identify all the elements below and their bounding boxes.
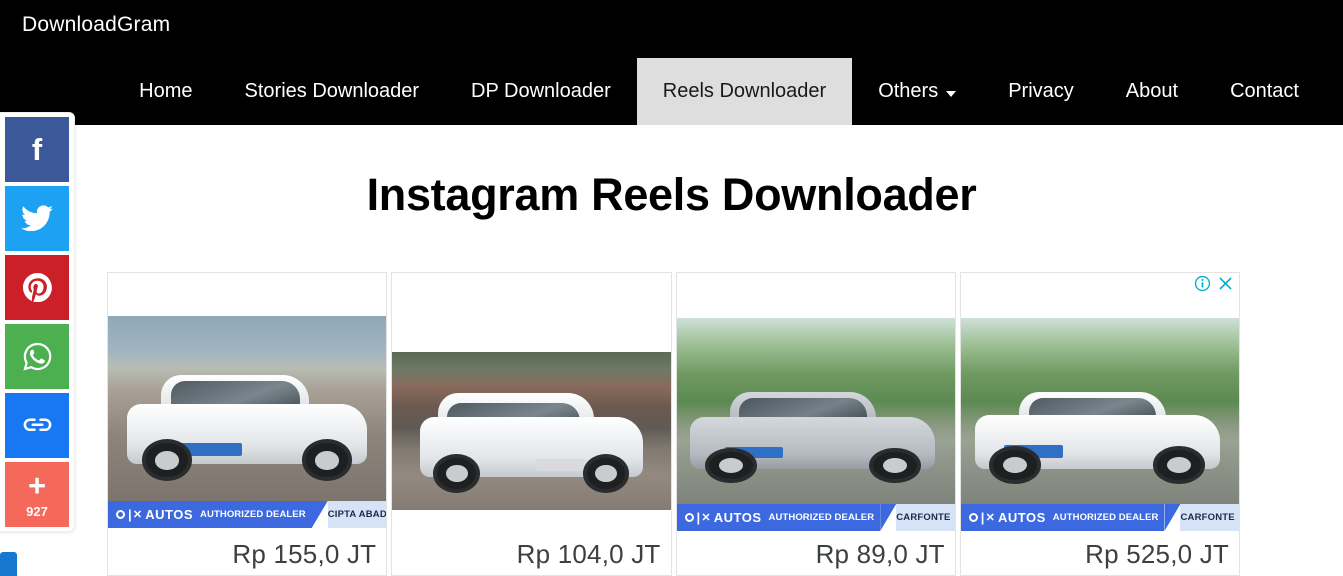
- whatsapp-icon: [22, 342, 51, 371]
- advertisement-strip: |✕ AUTOS AUTHORIZED DEALER CIPTA ABADI M…: [107, 272, 1240, 576]
- nav-item-label: Contact: [1230, 80, 1299, 102]
- page-title: Instagram Reels Downloader: [366, 169, 977, 220]
- ad-vehicle-photo: [676, 318, 955, 504]
- nav-item-about[interactable]: About: [1100, 58, 1204, 125]
- olx-authorized-dealer-badge: |✕ AUTOS AUTHORIZED DEALER CIPTA ABADI M…: [108, 501, 387, 528]
- share-button-pinterest[interactable]: [5, 255, 69, 320]
- olx-brand-label: AUTOS: [998, 510, 1046, 525]
- plus-icon: +: [27, 468, 47, 503]
- badge-chevron-shape: [311, 501, 328, 528]
- link-chain-icon: [23, 418, 51, 432]
- site-brand-logo[interactable]: DownloadGram: [22, 13, 170, 37]
- nav-item-label: DP Downloader: [471, 80, 611, 102]
- olx-authorized-dealer-badge: | ✕ AUTOS AUTHORIZED DEALER CARFONTE: [960, 504, 1239, 531]
- social-share-rail: f + 927: [0, 112, 75, 532]
- nav-item-privacy[interactable]: Privacy: [982, 58, 1100, 125]
- olx-brand-label: AUTOS: [713, 510, 762, 525]
- nav-item-reels-downloader[interactable]: Reels Downloader: [636, 58, 853, 125]
- nav-item-label: About: [1125, 80, 1179, 102]
- adchoices-controls: [1194, 275, 1234, 292]
- nav-item-dp-downloader[interactable]: DP Downloader: [445, 58, 637, 125]
- olx-logo-icon: | ✕ AUTOS: [684, 510, 762, 525]
- ad-price: Rp 155,0 JT: [232, 539, 377, 569]
- share-count: 927: [26, 504, 48, 519]
- ad-vehicle-photo: [108, 316, 387, 501]
- nav-item-label: Stories Downloader: [244, 80, 420, 102]
- ad-price: Rp 89,0 JT: [815, 539, 945, 569]
- share-button-facebook[interactable]: f: [5, 117, 69, 182]
- nav-item-others[interactable]: Others: [852, 58, 982, 125]
- olx-authorized-label: AUTHORIZED DEALER: [200, 509, 306, 520]
- share-button-copy-link[interactable]: [5, 393, 69, 458]
- ad-vehicle-photo: [392, 352, 671, 510]
- share-button-more[interactable]: + 927: [5, 462, 69, 527]
- vehicle-illustration: [420, 393, 643, 493]
- badge-chevron-shape: [880, 504, 897, 531]
- adchoices-info-icon[interactable]: [1194, 275, 1211, 292]
- olx-logo-icon: | ✕ AUTOS: [116, 507, 193, 522]
- nav-item-label: Privacy: [1008, 80, 1074, 102]
- pinterest-icon: [22, 273, 52, 302]
- ad-card[interactable]: | ✕ AUTOS AUTHORIZED DEALER CARFONTE Rp 5…: [959, 272, 1240, 576]
- main-navigation: Home Stories Downloader DP Downloader Re…: [0, 58, 1343, 125]
- twitter-icon: [21, 205, 53, 232]
- ad-card[interactable]: |✕ AUTOS AUTHORIZED DEALER CIPTA ABADI M…: [107, 272, 388, 576]
- olx-authorized-dealer-badge: | ✕ AUTOS AUTHORIZED DEALER CARFONTE: [676, 504, 955, 531]
- facebook-icon: f: [31, 132, 43, 167]
- vehicle-illustration: [974, 389, 1220, 484]
- dealer-name: CARFONTE: [1180, 504, 1239, 531]
- share-button-twitter[interactable]: [5, 186, 69, 251]
- nav-item-label: Home: [139, 80, 193, 102]
- olx-authorized-label: AUTHORIZED DEALER: [768, 512, 875, 523]
- secondary-share-widget-stub[interactable]: [0, 552, 17, 576]
- top-navigation-bar: DownloadGram Home Stories Downloader DP …: [0, 0, 1343, 125]
- chevron-down-icon: [946, 90, 957, 97]
- nav-item-label: Reels Downloader: [662, 80, 827, 102]
- badge-chevron-shape: [1164, 504, 1181, 531]
- close-icon[interactable]: [1217, 275, 1234, 292]
- nav-item-contact[interactable]: Contact: [1204, 58, 1325, 125]
- olx-authorized-label: AUTHORIZED DEALER: [1052, 512, 1159, 523]
- olx-logo-icon: | ✕ AUTOS: [968, 510, 1046, 525]
- dealer-name: CIPTA ABADI MOTOR: [327, 501, 387, 528]
- dealer-name: CARFONTE: [896, 504, 955, 531]
- olx-brand-label: AUTOS: [145, 507, 194, 522]
- ad-price: Rp 525,0 JT: [1085, 539, 1229, 569]
- page-content: Instagram Reels Downloader | ✕ AUTOS AUT…: [0, 125, 1343, 576]
- nav-item-label: Others: [878, 80, 939, 102]
- vehicle-illustration: [127, 375, 367, 481]
- nav-item-stories-downloader[interactable]: Stories Downloader: [219, 58, 446, 125]
- ad-price: Rp 104,0 JT: [516, 539, 661, 569]
- ad-card[interactable]: Rp 104,0 JT: [391, 272, 672, 576]
- share-button-whatsapp[interactable]: [5, 324, 69, 389]
- vehicle-illustration: [690, 392, 936, 484]
- nav-item-home[interactable]: Home: [113, 58, 218, 125]
- ad-card[interactable]: | ✕ AUTOS AUTHORIZED DEALER CARFONTE Rp 8…: [675, 272, 956, 576]
- ad-vehicle-photo: [960, 318, 1239, 504]
